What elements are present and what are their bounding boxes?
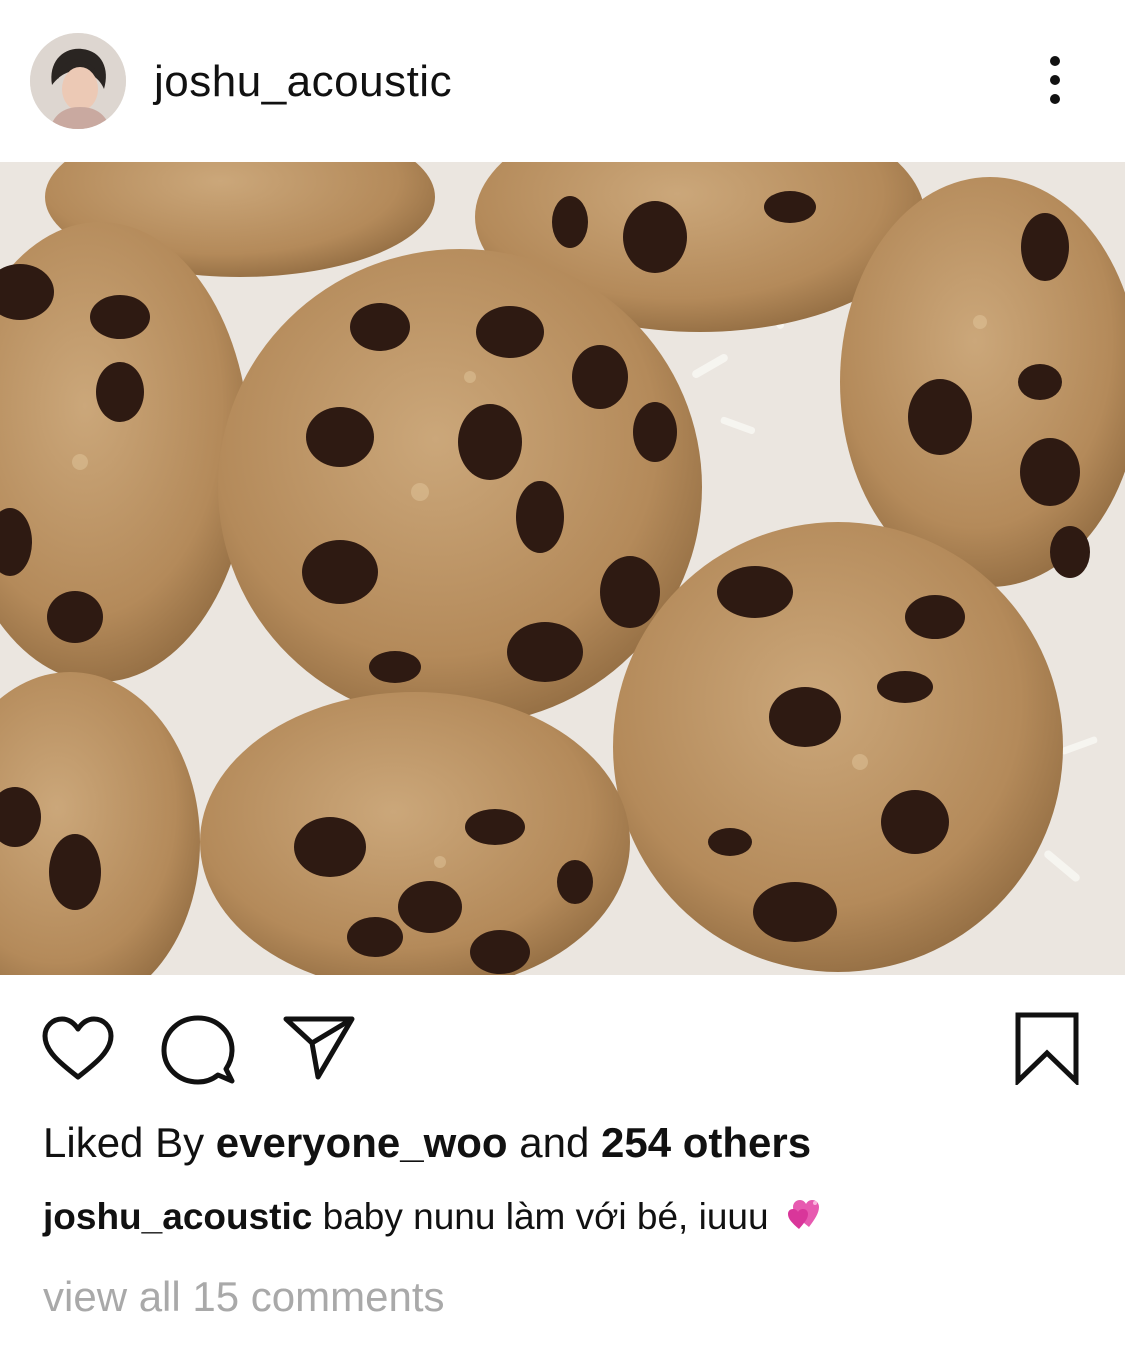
heart-emoji-icon [785,1195,823,1243]
post-header: joshu_acoustic [0,0,1125,162]
liked-by-user[interactable]: everyone_woo [216,1119,508,1166]
post-username[interactable]: joshu_acoustic [154,56,452,108]
likes-summary: Liked By everyone_woo and 254 others [43,1118,811,1168]
likes-prefix: Liked By [43,1119,216,1166]
post-image[interactable] [0,162,1125,975]
paper-plane-icon[interactable] [282,1015,356,1081]
post-actions [0,975,1125,1095]
bookmark-icon[interactable] [1014,1011,1080,1085]
heart-icon[interactable] [40,1015,116,1083]
caption-text: baby nunu làm với bé, iuuu [312,1196,779,1237]
more-options-icon[interactable] [1030,52,1080,108]
view-comments-link[interactable]: view all 15 comments [43,1272,444,1322]
avatar-image [30,33,126,129]
caption-username[interactable]: joshu_acoustic [43,1196,312,1237]
avatar[interactable] [30,33,126,129]
post-caption: joshu_acoustic baby nunu làm với bé, iuu… [43,1193,823,1243]
likes-middle: and [507,1119,601,1166]
comment-icon[interactable] [160,1013,236,1085]
likes-count[interactable]: 254 others [601,1119,811,1166]
